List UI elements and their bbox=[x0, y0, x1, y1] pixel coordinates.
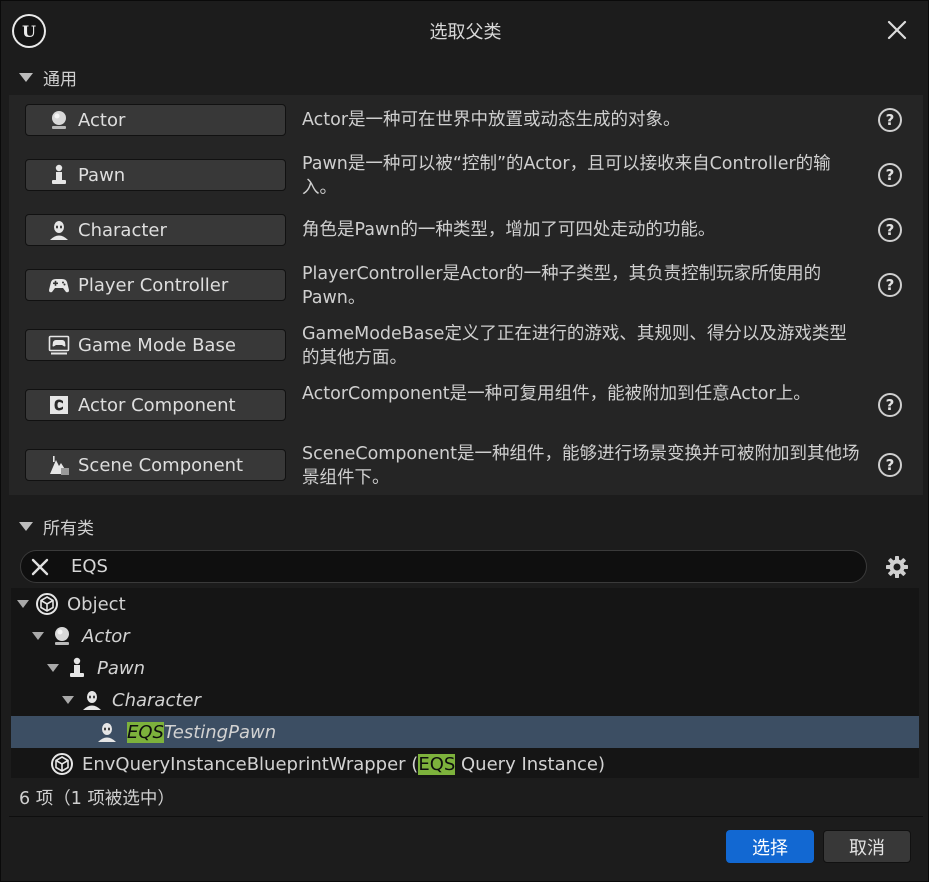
help-icon[interactable]: ? bbox=[878, 273, 902, 297]
tree-row-label-rest: Query Instance) bbox=[455, 753, 606, 775]
tree-row-label: Actor bbox=[82, 625, 130, 647]
tree-row-env-query-wrapper[interactable]: EnvQueryInstanceBlueprintWrapper (EQS Qu… bbox=[11, 748, 919, 780]
tree-row-label-rest: TestingPawn bbox=[163, 721, 277, 743]
pawn-class-button[interactable]: Pawn bbox=[25, 159, 286, 191]
character-bust-icon bbox=[48, 219, 70, 241]
search-match-highlight: EQS bbox=[418, 753, 456, 775]
game-mode-icon bbox=[48, 334, 70, 356]
pawn-description: Pawn是一种可以被“控制”的Actor，且可以接收来自Controller的输… bbox=[302, 154, 831, 198]
game-mode-base-description: GameModeBase定义了正在进行的游戏、其规则、得分以及游戏类型的其他方面… bbox=[302, 324, 847, 368]
help-icon[interactable]: ? bbox=[878, 108, 902, 132]
section-title-common: 通用 bbox=[43, 69, 77, 90]
status-text: 6 项（1 项被选中） bbox=[19, 789, 175, 809]
common-class-row-character: Character 角色是Pawn的一种类型，增加了可四处走动的功能。 ? bbox=[9, 205, 923, 261]
help-icon[interactable]: ? bbox=[878, 393, 902, 417]
tree-row-object[interactable]: Object bbox=[11, 588, 919, 620]
tree-row-pawn[interactable]: Pawn bbox=[11, 652, 919, 684]
tree-row-label: Character bbox=[112, 689, 201, 711]
character-description: 角色是Pawn的一种类型，增加了可四处走动的功能。 bbox=[302, 220, 716, 240]
tree-row-actor[interactable]: Actor bbox=[11, 620, 919, 652]
tree-row-label: Pawn bbox=[97, 657, 146, 679]
pawn-class-button-label: Pawn bbox=[78, 164, 126, 186]
common-class-row-actor: Actor Actor是一种可在世界中放置或动态生成的对象。 ? bbox=[9, 95, 923, 151]
section-title-all-classes: 所有类 bbox=[43, 518, 94, 539]
class-search-box[interactable]: EQS bbox=[20, 550, 867, 583]
character-class-button[interactable]: Character bbox=[25, 214, 286, 246]
character-class-button-label: Character bbox=[78, 219, 167, 241]
tree-row-label: EQSTestingPawn bbox=[127, 721, 277, 743]
tree-row-label: Object bbox=[67, 593, 126, 615]
character-bust-icon bbox=[80, 688, 104, 712]
game-mode-base-class-button[interactable]: Game Mode Base bbox=[25, 329, 286, 361]
search-input[interactable]: EQS bbox=[71, 556, 108, 577]
actor-component-icon bbox=[48, 394, 70, 416]
pawn-icon bbox=[65, 656, 89, 680]
actor-component-class-button-label: Actor Component bbox=[78, 394, 236, 416]
class-tree: Object Actor Pawn Character EQSTestingPa… bbox=[11, 588, 919, 778]
scene-component-class-button[interactable]: Scene Component bbox=[25, 449, 286, 481]
gamepad-icon bbox=[48, 274, 70, 296]
help-icon[interactable]: ? bbox=[878, 163, 902, 187]
player-controller-class-button-label: Player Controller bbox=[78, 274, 229, 296]
common-class-row-game-mode-base: Game Mode Base GameModeBase定义了正在进行的游戏、其规… bbox=[9, 320, 923, 376]
cancel-button[interactable]: 取消 bbox=[823, 830, 911, 863]
close-icon[interactable] bbox=[886, 19, 908, 41]
scene-component-icon bbox=[48, 454, 70, 476]
player-controller-description: PlayerController是Actor的一种子类型，其负责控制玩家所使用的… bbox=[302, 264, 822, 308]
player-controller-class-button[interactable]: Player Controller bbox=[25, 269, 286, 301]
expand-triangle-icon[interactable] bbox=[62, 696, 74, 704]
common-class-row-pawn: Pawn Pawn是一种可以被“控制”的Actor，且可以接收来自Control… bbox=[9, 150, 923, 206]
character-bust-icon bbox=[95, 720, 119, 744]
collapse-triangle-icon bbox=[19, 521, 33, 531]
section-header-all-classes[interactable]: 所有类 bbox=[1, 511, 929, 541]
common-classes-panel: Actor Actor是一种可在世界中放置或动态生成的对象。 ? Pawn Pa… bbox=[9, 95, 923, 495]
expand-triangle-icon[interactable] bbox=[47, 664, 59, 672]
common-class-row-player-controller: Player Controller PlayerController是Actor… bbox=[9, 260, 923, 316]
common-class-row-scene-component: Scene Component SceneComponent是一种组件，能够进行… bbox=[9, 440, 923, 496]
pawn-icon bbox=[48, 164, 70, 186]
actor-sphere-icon bbox=[50, 624, 74, 648]
collapse-triangle-icon bbox=[19, 72, 33, 82]
actor-class-button-label: Actor bbox=[78, 109, 126, 131]
help-icon[interactable]: ? bbox=[878, 218, 902, 242]
actor-description: Actor是一种可在世界中放置或动态生成的对象。 bbox=[302, 110, 681, 130]
expand-triangle-icon[interactable] bbox=[17, 600, 29, 608]
section-header-common[interactable]: 通用 bbox=[1, 62, 929, 92]
tree-row-label-pre: EnvQueryInstanceBlueprintWrapper ( bbox=[82, 753, 419, 775]
common-class-row-actor-component: Actor Component ActorComponent是一种可复用组件，能… bbox=[9, 380, 923, 436]
actor-component-description: ActorComponent是一种可复用组件，能被附加到任意Actor上。 bbox=[302, 384, 811, 404]
title-bar: U 选取父类 bbox=[1, 1, 929, 59]
help-icon[interactable]: ? bbox=[878, 453, 902, 477]
tree-row-label: EnvQueryInstanceBlueprintWrapper (EQS Qu… bbox=[82, 753, 606, 775]
expand-triangle-icon[interactable] bbox=[32, 632, 44, 640]
tree-row-character[interactable]: Character bbox=[11, 684, 919, 716]
object-icon bbox=[50, 752, 74, 776]
actor-sphere-icon bbox=[48, 109, 70, 131]
scene-component-class-button-label: Scene Component bbox=[78, 454, 244, 476]
pick-parent-class-dialog: U 选取父类 通用 Actor Actor是一种可在世界中放置或动态生成的对象。… bbox=[0, 0, 929, 882]
select-button[interactable]: 选择 bbox=[726, 830, 814, 863]
clear-icon[interactable] bbox=[31, 558, 49, 576]
dialog-title: 选取父类 bbox=[429, 22, 502, 43]
search-match-highlight: EQS bbox=[127, 721, 164, 743]
scene-component-description: SceneComponent是一种组件，能够进行场景变换并可被附加到其他场景组件… bbox=[302, 444, 860, 488]
gear-icon[interactable] bbox=[884, 554, 910, 580]
footer-divider bbox=[9, 816, 923, 817]
actor-component-class-button[interactable]: Actor Component bbox=[25, 389, 286, 421]
tree-row-eqs-testing-pawn[interactable]: EQSTestingPawn bbox=[11, 716, 919, 748]
object-icon bbox=[35, 592, 59, 616]
actor-class-button[interactable]: Actor bbox=[25, 104, 286, 136]
game-mode-base-class-button-label: Game Mode Base bbox=[78, 334, 236, 356]
